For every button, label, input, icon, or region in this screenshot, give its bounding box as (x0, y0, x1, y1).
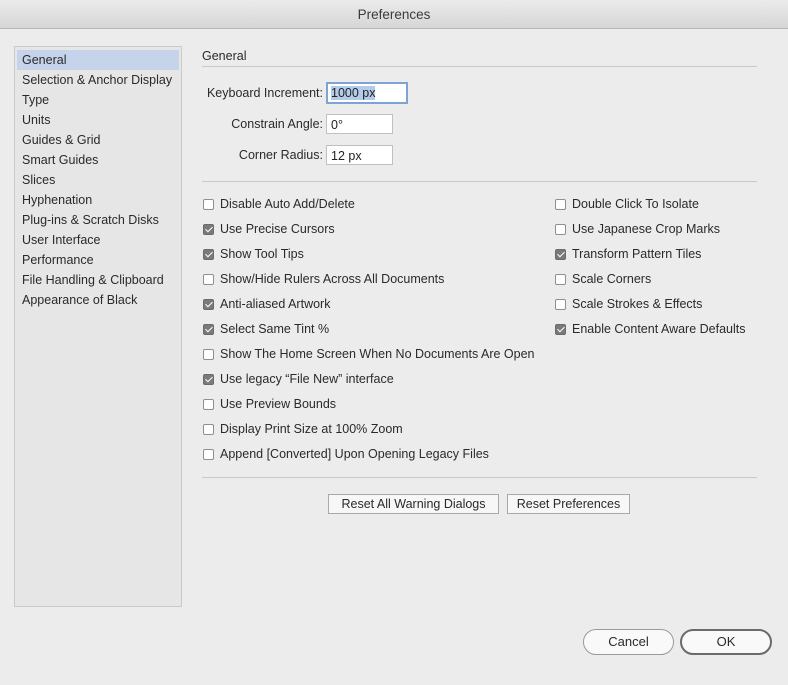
sidebar-item-slices[interactable]: Slices (17, 170, 179, 190)
checkbox[interactable] (203, 424, 214, 435)
option-transform-pattern-tiles[interactable]: Transform Pattern Tiles (555, 245, 701, 263)
checkbox-label: Display Print Size at 100% Zoom (220, 422, 403, 436)
checkbox-label: Double Click To Isolate (572, 197, 699, 211)
checkbox[interactable] (203, 299, 214, 310)
sidebar-item-guides-grid[interactable]: Guides & Grid (17, 130, 179, 150)
ok-button[interactable]: OK (680, 629, 772, 655)
sidebar-item-general[interactable]: General (17, 50, 179, 70)
sidebar-item-user-interface[interactable]: User Interface (17, 230, 179, 250)
option-use-preview-bounds[interactable]: Use Preview Bounds (203, 395, 336, 413)
checkbox-label: Use Preview Bounds (220, 397, 337, 411)
checkbox[interactable] (203, 199, 214, 210)
option-show-tool-tips[interactable]: Show Tool Tips (203, 245, 304, 263)
divider (202, 66, 757, 67)
keyboard-increment-input[interactable]: 1000 px (326, 82, 408, 104)
checkbox[interactable] (555, 199, 566, 210)
checkbox-label: Show Tool Tips (220, 247, 304, 261)
sidebar-item-selection-anchor-display[interactable]: Selection & Anchor Display (17, 70, 179, 90)
sidebar-item-plug-ins-scratch-disks[interactable]: Plug-ins & Scratch Disks (17, 210, 179, 230)
divider (202, 181, 757, 182)
option-use-legacy-file-new-interface[interactable]: Use legacy “File New” interface (203, 370, 394, 388)
checkbox[interactable] (203, 274, 214, 285)
option-append-converted-upon-opening-legacy-files[interactable]: Append [Converted] Upon Opening Legacy F… (203, 445, 489, 463)
checkbox[interactable] (203, 249, 214, 260)
option-display-print-size-at-100-zoom[interactable]: Display Print Size at 100% Zoom (203, 420, 403, 438)
option-show-hide-rulers-across-all-documents[interactable]: Show/Hide Rulers Across All Documents (203, 270, 444, 288)
checkbox[interactable] (555, 224, 566, 235)
sidebar-item-performance[interactable]: Performance (17, 250, 179, 270)
section-title: General (202, 49, 247, 63)
cancel-button[interactable]: Cancel (583, 629, 674, 655)
sidebar-item-smart-guides[interactable]: Smart Guides (17, 150, 179, 170)
constrain-angle-input[interactable]: 0° (326, 114, 393, 134)
checkbox-label: Transform Pattern Tiles (572, 247, 702, 261)
corner-radius-label: Corner Radius: (238, 148, 323, 162)
option-use-precise-cursors[interactable]: Use Precise Cursors (203, 220, 335, 238)
option-scale-corners[interactable]: Scale Corners (555, 270, 651, 288)
option-scale-strokes-effects[interactable]: Scale Strokes & Effects (555, 295, 702, 313)
checkbox-label: Use legacy “File New” interface (220, 372, 394, 386)
checkbox[interactable] (203, 224, 214, 235)
checkbox-label: Show The Home Screen When No Documents A… (220, 347, 535, 361)
option-anti-aliased-artwork[interactable]: Anti-aliased Artwork (203, 295, 330, 313)
checkbox-label: Scale Corners (572, 272, 652, 286)
sidebar-item-hyphenation[interactable]: Hyphenation (17, 190, 179, 210)
checkbox-label: Use Japanese Crop Marks (572, 222, 720, 236)
keyboard-increment-value: 1000 px (331, 86, 376, 100)
checkbox-label: Enable Content Aware Defaults (572, 322, 746, 336)
corner-radius-input[interactable]: 12 px (326, 145, 393, 165)
checkbox-label: Scale Strokes & Effects (572, 297, 703, 311)
sidebar-item-appearance-of-black[interactable]: Appearance of Black (17, 290, 179, 310)
divider (202, 477, 757, 478)
checkbox-label: Anti-aliased Artwork (220, 297, 331, 311)
checkbox-label: Disable Auto Add/Delete (220, 197, 355, 211)
sidebar-item-file-handling-clipboard[interactable]: File Handling & Clipboard (17, 270, 179, 290)
option-use-japanese-crop-marks[interactable]: Use Japanese Crop Marks (555, 220, 720, 238)
checkbox[interactable] (203, 349, 214, 360)
sidebar-item-units[interactable]: Units (17, 110, 179, 130)
checkbox[interactable] (555, 249, 566, 260)
checkbox-label: Select Same Tint % (220, 322, 330, 336)
option-double-click-to-isolate[interactable]: Double Click To Isolate (555, 195, 699, 213)
reset-preferences-button[interactable]: Reset Preferences (507, 494, 630, 514)
option-enable-content-aware-defaults[interactable]: Enable Content Aware Defaults (555, 320, 746, 338)
constrain-angle-label: Constrain Angle: (231, 117, 323, 131)
sidebar-item-type[interactable]: Type (17, 90, 179, 110)
reset-warning-dialogs-button[interactable]: Reset All Warning Dialogs (328, 494, 499, 514)
option-select-same-tint[interactable]: Select Same Tint % (203, 320, 329, 338)
option-show-the-home-screen-when-no-documents-are-open[interactable]: Show The Home Screen When No Documents A… (203, 345, 535, 363)
checkbox[interactable] (203, 449, 214, 460)
checkbox[interactable] (555, 324, 566, 335)
checkbox[interactable] (555, 299, 566, 310)
checkbox[interactable] (555, 274, 566, 285)
checkbox[interactable] (203, 399, 214, 410)
window-title: Preferences (0, 0, 788, 29)
checkbox-label: Show/Hide Rulers Across All Documents (220, 272, 445, 286)
checkbox-label: Append [Converted] Upon Opening Legacy F… (220, 447, 489, 461)
checkbox[interactable] (203, 324, 214, 335)
checkbox[interactable] (203, 374, 214, 385)
option-disable-auto-add-delete[interactable]: Disable Auto Add/Delete (203, 195, 355, 213)
preferences-sidebar: General Selection & Anchor Display Type Uni… (14, 46, 182, 607)
keyboard-increment-label: Keyboard Increment: (206, 86, 323, 100)
checkbox-label: Use Precise Cursors (220, 222, 335, 236)
